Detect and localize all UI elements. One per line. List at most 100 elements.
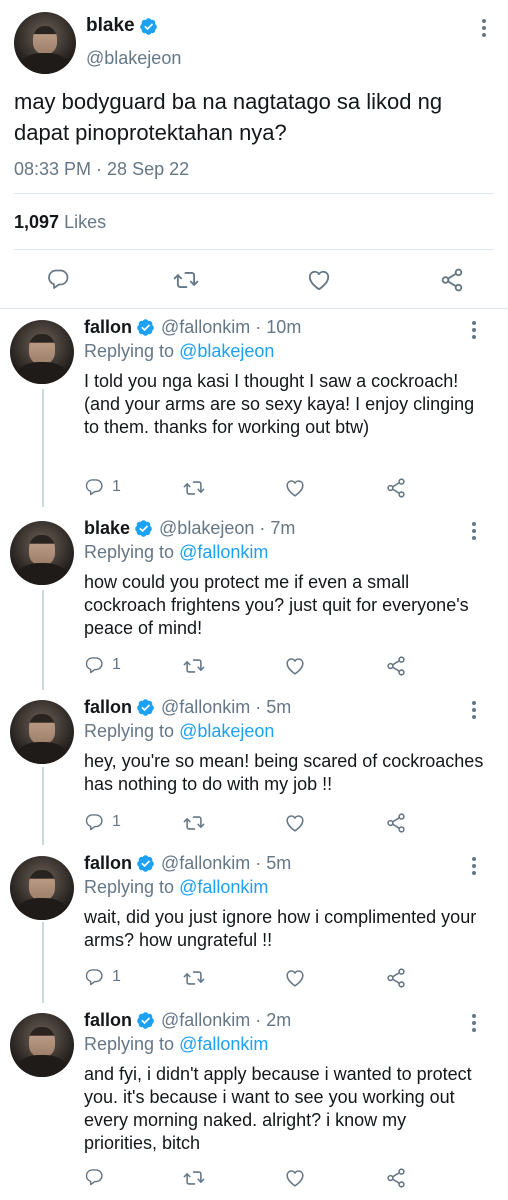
like-button[interactable] — [284, 477, 306, 499]
retweet-icon — [173, 267, 199, 293]
share-button[interactable] — [385, 655, 407, 677]
likes-summary[interactable]: 1,097 Likes — [14, 212, 106, 233]
like-button[interactable] — [284, 655, 306, 677]
reply-tweet[interactable]: blake @blakejeon · 7m Replying to @fallo… — [0, 511, 508, 690]
tweet-text: hey, you're so mean! being scared of coc… — [84, 751, 484, 794]
share-icon — [385, 655, 407, 677]
like-button[interactable] — [284, 967, 306, 989]
display-name[interactable]: fallon — [84, 853, 132, 874]
reply-header: fallon @fallonkim · 10m — [84, 317, 301, 338]
display-name[interactable]: fallon — [84, 317, 132, 338]
retweet-button[interactable] — [183, 812, 205, 834]
more-options-icon[interactable] — [478, 18, 490, 38]
replying-to: Replying to @fallonkim — [84, 1034, 268, 1055]
mention-link[interactable]: @blakejeon — [179, 341, 274, 361]
tweet-text: I told you nga kasi I thought I saw a co… — [84, 371, 475, 437]
replying-to-label: Replying to — [84, 542, 175, 562]
reply-button[interactable] — [84, 1167, 104, 1187]
reply-header: fallon @fallonkim · 2m — [84, 1010, 291, 1031]
reply-button[interactable]: 1 — [84, 477, 121, 497]
retweet-icon — [183, 655, 205, 677]
more-options-icon[interactable] — [468, 700, 480, 720]
reply-icon — [46, 267, 70, 291]
likes-count: 1,097 — [14, 212, 60, 232]
display-name[interactable]: blake — [86, 15, 135, 37]
reply-icon — [84, 967, 104, 987]
verified-badge-icon — [136, 698, 155, 717]
divider — [0, 308, 508, 309]
username[interactable]: @fallonkim — [161, 853, 250, 874]
like-icon — [284, 812, 306, 834]
tweet-text: and fyi, i didn't apply because i wanted… — [84, 1064, 472, 1153]
mention-link[interactable]: @fallonkim — [179, 1034, 268, 1054]
divider — [14, 193, 494, 194]
reply-tweet[interactable]: fallon @fallonkim · 2m Replying to @fall… — [0, 1003, 508, 1200]
like-icon — [284, 1167, 306, 1189]
reply-button[interactable]: 1 — [84, 655, 121, 675]
avatar[interactable] — [10, 856, 74, 920]
reply-icon — [84, 477, 104, 497]
replying-to-label: Replying to — [84, 877, 175, 897]
like-button[interactable] — [284, 1167, 306, 1189]
verified-badge-icon — [136, 318, 155, 337]
more-options-icon[interactable] — [468, 521, 480, 541]
like-icon — [284, 477, 306, 499]
avatar[interactable] — [10, 521, 74, 585]
replying-to: Replying to @fallonkim — [84, 877, 268, 898]
share-button[interactable] — [385, 967, 407, 989]
mention-link[interactable]: @blakejeon — [179, 721, 274, 741]
mention-link[interactable]: @fallonkim — [179, 542, 268, 562]
reply-count: 1 — [112, 813, 121, 830]
tweet-timestamp[interactable]: 08:33 PM · 28 Sep 22 — [14, 159, 189, 180]
tweet-time: · 5m — [255, 697, 292, 717]
retweet-button[interactable] — [173, 267, 199, 293]
display-name[interactable]: fallon — [84, 1010, 132, 1031]
username[interactable]: @fallonkim — [161, 697, 250, 718]
username[interactable]: @blakejeon — [159, 518, 254, 539]
avatar[interactable] — [10, 320, 74, 384]
retweet-button[interactable] — [183, 655, 205, 677]
reply-count: 1 — [112, 656, 121, 673]
reply-icon — [84, 812, 104, 832]
main-tweet: blake @blakejeon may bodyguard ba na nag… — [0, 0, 508, 308]
reply-tweet[interactable]: fallon @fallonkim · 5m Replying to @blak… — [0, 690, 508, 845]
like-button[interactable] — [306, 267, 332, 293]
replying-to-label: Replying to — [84, 1034, 175, 1054]
reply-button[interactable] — [46, 267, 70, 291]
retweet-button[interactable] — [183, 477, 205, 499]
more-options-icon[interactable] — [468, 320, 480, 340]
username[interactable]: @blakejeon — [86, 48, 181, 69]
author-row: blake — [86, 15, 158, 37]
reply-button[interactable]: 1 — [84, 812, 121, 832]
mention-link[interactable]: @fallonkim — [179, 877, 268, 897]
username[interactable]: @fallonkim — [161, 317, 250, 338]
tweet-time: · 10m — [255, 317, 302, 337]
tweet-text: wait, did you just ignore how i complime… — [84, 907, 477, 950]
username[interactable]: @fallonkim — [161, 1010, 250, 1031]
reply-count: 1 — [112, 478, 121, 495]
share-button[interactable] — [385, 477, 407, 499]
display-name[interactable]: blake — [84, 518, 130, 539]
avatar[interactable] — [10, 1013, 74, 1077]
replying-to: Replying to @blakejeon — [84, 341, 274, 362]
share-button[interactable] — [385, 1167, 407, 1189]
more-options-icon[interactable] — [468, 856, 480, 876]
share-button[interactable] — [385, 812, 407, 834]
retweet-icon — [183, 477, 205, 499]
like-button[interactable] — [284, 812, 306, 834]
retweet-button[interactable] — [183, 967, 205, 989]
reply-icon — [84, 655, 104, 675]
more-options-icon[interactable] — [468, 1013, 480, 1033]
reply-tweet[interactable]: fallon @fallonkim · 10m Replying to @bla… — [0, 310, 508, 507]
retweet-icon — [183, 812, 205, 834]
avatar[interactable] — [14, 12, 76, 74]
display-name[interactable]: fallon — [84, 697, 132, 718]
share-button[interactable] — [439, 267, 465, 293]
avatar[interactable] — [10, 700, 74, 764]
reply-button[interactable]: 1 — [84, 967, 121, 987]
retweet-icon — [183, 1167, 205, 1189]
retweet-button[interactable] — [183, 1167, 205, 1189]
verified-badge-icon — [136, 1011, 155, 1030]
reply-header: fallon @fallonkim · 5m — [84, 697, 291, 718]
reply-tweet[interactable]: fallon @fallonkim · 5m Replying to @fall… — [0, 846, 508, 1003]
